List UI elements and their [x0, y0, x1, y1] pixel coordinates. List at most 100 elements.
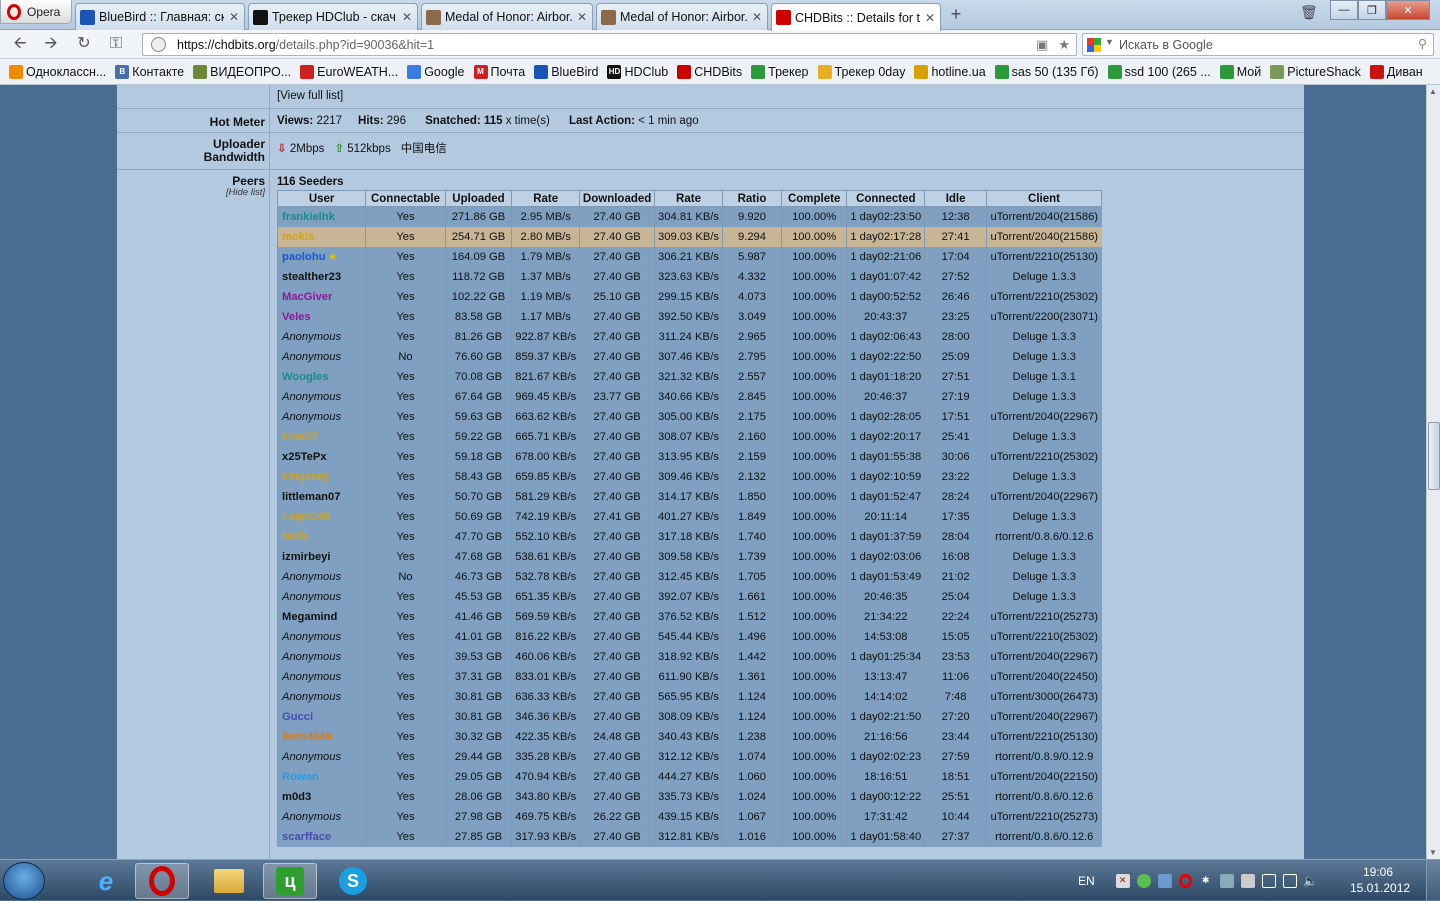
peer-user[interactable]: scarfface [276, 826, 366, 847]
opera-menu-button[interactable]: Opera [0, 0, 72, 24]
address-input[interactable]: https://chdbits.org/details.php?id=90036… [142, 33, 1077, 56]
tray-network-app-icon[interactable] [1157, 873, 1172, 888]
bookmark-item[interactable]: ssd 100 (265 ... [1107, 64, 1211, 79]
google-search-engine-icon[interactable] [1087, 38, 1101, 52]
bookmark-item[interactable]: HD HDClub [607, 64, 668, 79]
bookmark-item[interactable]: hotline.ua [914, 64, 986, 79]
column-header[interactable]: Connectable [365, 190, 446, 207]
close-tab-icon[interactable]: ✕ [401, 10, 413, 24]
peer-user[interactable]: MacGiver [276, 286, 366, 307]
bookmark-item[interactable]: sas 50 (135 Гб) [994, 64, 1099, 79]
search-icon[interactable]: ⚲ [1418, 36, 1427, 51]
peer-user[interactable]: Woogles [276, 366, 366, 387]
peer-user[interactable]: frankielhk [276, 206, 366, 227]
browser-tab[interactable]: Трекер HDClub - скач... ✕ [248, 3, 418, 30]
peer-user[interactable]: kingzerg [276, 466, 366, 487]
view-full-list-link[interactable]: [View full list] [277, 90, 343, 102]
close-tab-icon[interactable]: ✕ [576, 10, 588, 24]
restore-button[interactable]: ❐ [1358, 0, 1386, 20]
rss-icon[interactable]: ▣ [1036, 37, 1048, 53]
peer-user[interactable]: paolohu ★ [276, 246, 366, 267]
network-icon[interactable] [1282, 873, 1297, 888]
scrollbar-thumb[interactable] [1428, 422, 1440, 490]
search-engine-dropdown-icon[interactable]: ▼ [1105, 37, 1114, 47]
peer-user[interactable]: mokis [276, 226, 366, 247]
column-header[interactable]: Downloaded [579, 190, 656, 207]
bookmark-item[interactable]: EuroWEATH... [300, 64, 398, 79]
close-tab-icon[interactable]: ✕ [228, 10, 240, 24]
utorrent-taskbar-icon[interactable]: ц [263, 863, 317, 899]
scroll-up-icon[interactable]: ▲ [1429, 87, 1437, 96]
opera-taskbar-icon[interactable] [135, 863, 189, 899]
peer-user[interactable]: Megamind [276, 606, 366, 627]
column-header[interactable]: Rate [654, 190, 723, 207]
minimize-button[interactable]: — [1330, 0, 1358, 20]
column-header[interactable]: Rate [511, 190, 581, 207]
column-header[interactable]: Idle [924, 190, 987, 207]
show-desktop-button[interactable] [1426, 860, 1440, 901]
peer-user[interactable]: Rowan [276, 766, 366, 787]
bookmark-item[interactable]: PictureShack [1270, 64, 1361, 79]
reload-button[interactable]: ↻ [73, 34, 95, 54]
column-header[interactable]: Uploaded [444, 190, 513, 207]
bookmark-item[interactable]: BlueBird [534, 64, 598, 79]
scroll-down-icon[interactable]: ▼ [1429, 848, 1437, 857]
column-header[interactable]: Complete [780, 190, 848, 207]
bookmark-item[interactable]: CHDBits [677, 64, 742, 79]
bookmark-item[interactable]: Трекер 0day [817, 64, 905, 79]
tray-update-icon[interactable] [1219, 873, 1234, 888]
page-scrollbar[interactable]: ▲ ▼ [1426, 85, 1440, 859]
explorer-folder-icon[interactable] [202, 863, 256, 899]
column-header[interactable]: Client [985, 190, 1103, 207]
volume-icon[interactable]: 🔈 [1303, 874, 1318, 888]
browser-tab[interactable]: Medal of Honor: Airbor... ✕ [421, 3, 593, 30]
tray-opera-icon[interactable] [1178, 873, 1192, 888]
language-indicator[interactable]: EN [1078, 874, 1095, 888]
browser-tab[interactable]: Medal of Honor: Airbor... ✕ [596, 3, 768, 30]
tray-blocked-icon[interactable]: ✕ [1115, 873, 1130, 888]
close-tab-icon[interactable]: ✕ [751, 10, 763, 24]
key-icon[interactable]: ⚿ [105, 34, 127, 54]
peer-user[interactable]: littleman07 [276, 486, 366, 507]
taskbar-clock[interactable]: 19:06 15.01.2012 [1350, 864, 1410, 896]
peer-user[interactable]: Beto4049 [276, 726, 366, 747]
action-center-icon[interactable] [1261, 873, 1276, 888]
new-tab-button[interactable]: + [946, 5, 966, 25]
browser-tab[interactable]: BlueBird :: Главная: ск... ✕ [75, 3, 245, 30]
column-header[interactable]: Connected [846, 190, 926, 207]
bookmark-item[interactable]: Диван [1369, 64, 1423, 79]
internet-explorer-icon[interactable]: e [79, 863, 133, 899]
close-tab-icon[interactable]: ✕ [924, 11, 936, 25]
bookmark-item[interactable]: Трекер [751, 64, 809, 79]
hide-list-link[interactable]: [Hide list] [117, 187, 265, 198]
search-input[interactable]: ▼ Искать в Google ⚲ [1082, 33, 1434, 56]
bookmark-item[interactable]: Одноклассн... [9, 64, 106, 79]
peer-user[interactable]: kros77 [276, 426, 366, 447]
bookmark-item[interactable]: Google [407, 64, 465, 79]
safely-remove-icon[interactable] [1240, 873, 1255, 888]
start-button[interactable] [3, 862, 45, 900]
peer-user[interactable]: x25TePx [276, 446, 366, 467]
bookmark-item[interactable]: B Контакте [115, 64, 184, 79]
forward-button[interactable]: 🡪 [40, 34, 62, 54]
peer-user[interactable]: Gucci [276, 706, 366, 727]
bookmark-item[interactable]: ВИДЕОПРО... [193, 64, 291, 79]
bookmark-item[interactable]: M Почта [473, 64, 525, 79]
trash-icon[interactable]: 🗑 [1300, 4, 1318, 22]
column-header[interactable]: Ratio [722, 190, 782, 207]
bluetooth-icon[interactable]: ✱ [1199, 874, 1213, 888]
peer-user[interactable]: izmirbeyi [276, 546, 366, 567]
site-info-icon[interactable] [151, 37, 166, 52]
peer-user[interactable]: Nella [276, 526, 366, 547]
skype-icon[interactable]: S [326, 863, 380, 899]
peer-user[interactable]: stealther23 [276, 266, 366, 287]
peer-user[interactable]: Veles [276, 306, 366, 327]
tray-check-icon[interactable] [1136, 873, 1151, 888]
peer-user[interactable]: LegoCab [276, 506, 366, 527]
column-header[interactable]: User [276, 190, 367, 207]
bookmark-item[interactable]: Мой [1219, 64, 1261, 79]
browser-tab[interactable]: CHDBits :: Details for to... ✕ [771, 3, 941, 31]
close-window-button[interactable]: ✕ [1386, 0, 1430, 20]
bookmark-star-icon[interactable]: ★ [1058, 37, 1070, 53]
peer-user[interactable]: m0d3 [276, 786, 366, 807]
